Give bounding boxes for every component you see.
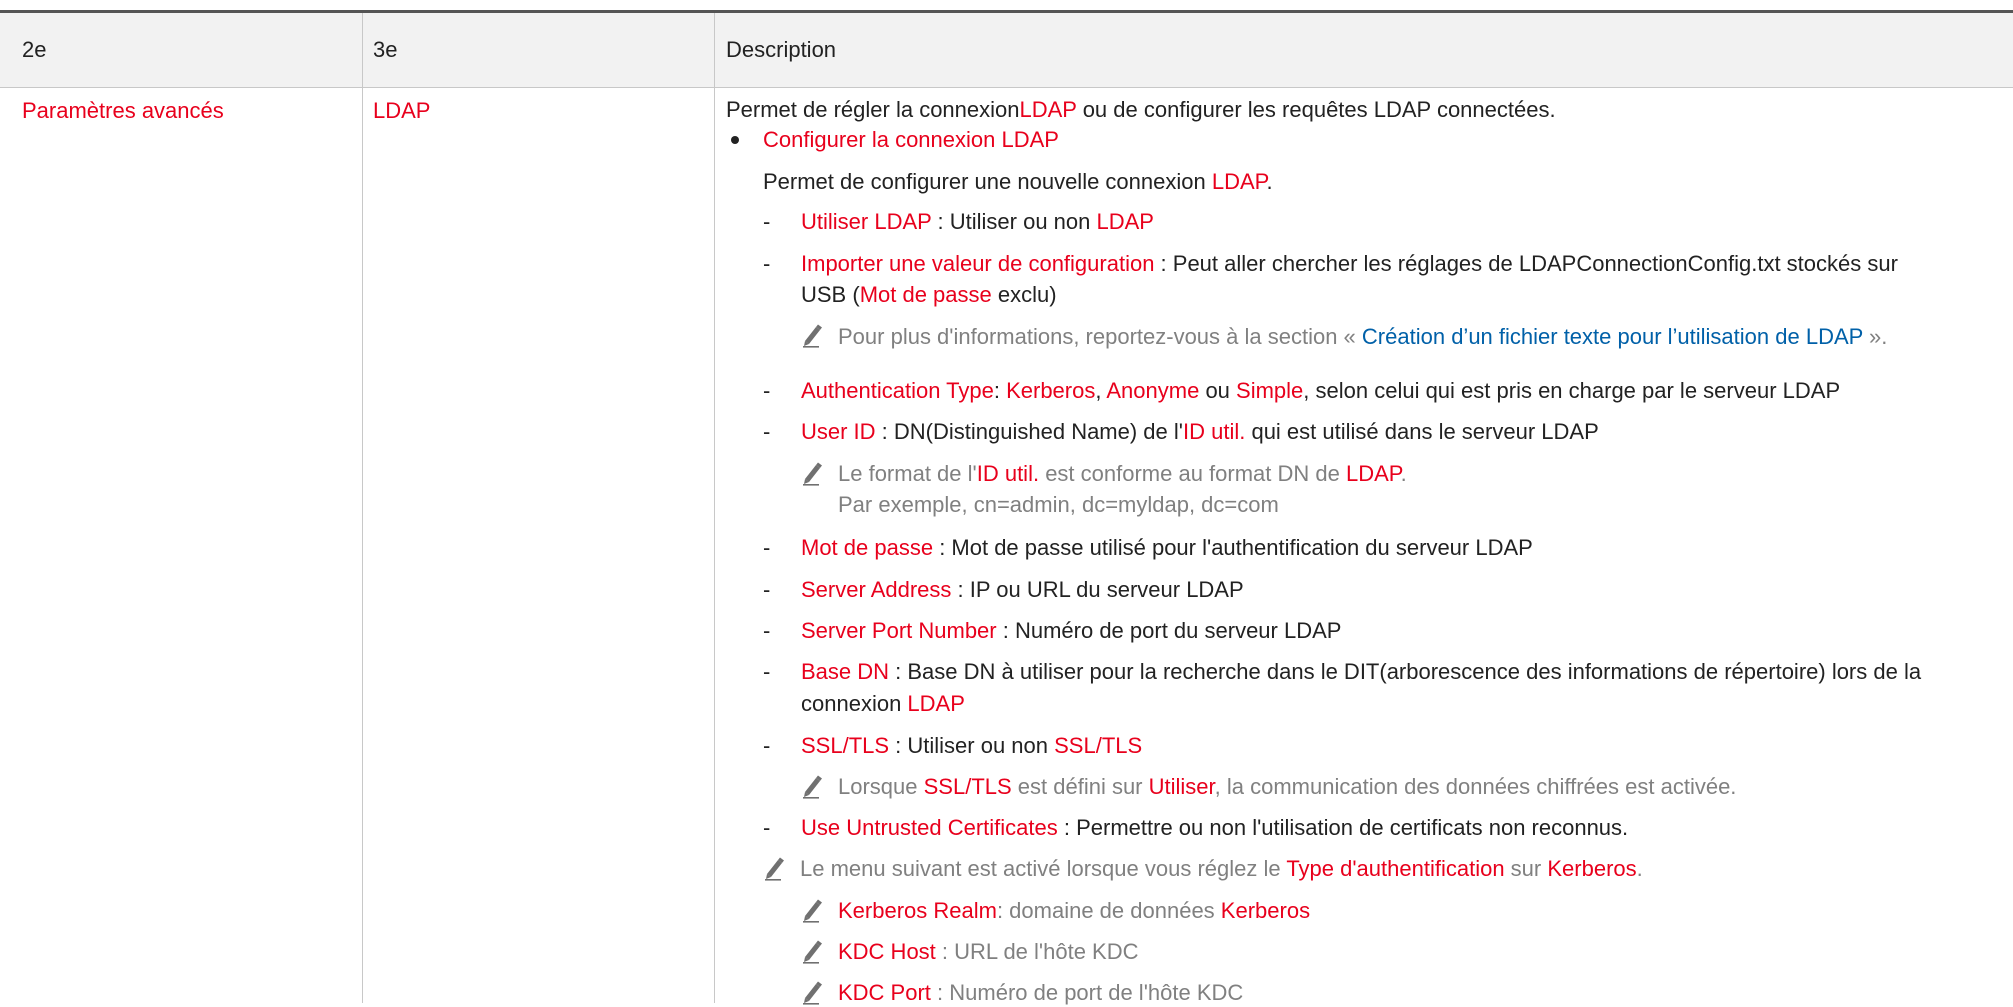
intro-text: Permet de régler la connexionLDAP ou de …: [726, 97, 1556, 122]
header-2e: 2e: [22, 37, 47, 62]
list-item-importer-cont: USB (Mot de passe exclu): [801, 282, 1057, 307]
list-item-importer: Importer une valeur de configuration : P…: [801, 251, 1898, 276]
list-item-base-dn-cont: connexion LDAP: [801, 691, 965, 716]
bullet-title: Configurer la connexion LDAP: [763, 127, 1059, 152]
header-3e: 3e: [373, 37, 398, 62]
note-pencil-icon: [801, 322, 825, 348]
note-ssl-tls: Lorsque SSL/TLS est défini sur Utiliser,…: [838, 774, 1737, 799]
note-kerberos: Le menu suivant est activé lorsque vous …: [800, 856, 1643, 881]
list-item-mot-de-passe: Mot de passe : Mot de passe utilisé pour…: [801, 535, 1533, 560]
note-pencil-icon: [763, 855, 787, 881]
list-item-auth-type: Authentication Type: Kerberos, Anonyme o…: [801, 378, 1841, 403]
row-2e-label: Paramètres avancés: [22, 98, 224, 123]
note-kerberos-realm: Kerberos Realm: domaine de données Kerbe…: [838, 898, 1311, 923]
column-divider: [362, 13, 363, 1003]
note-pencil-icon: [801, 897, 825, 923]
bullet-description: Permet de configurer une nouvelle connex…: [763, 169, 1273, 194]
note-pencil-icon: [801, 773, 825, 799]
note-kdc-host: KDC Host : URL de l'hôte KDC: [838, 939, 1139, 964]
settings-table: 2e 3e Description Paramètres avancés LDA…: [0, 10, 2013, 1005]
table-header-row: 2e 3e Description: [0, 13, 2013, 88]
bullet-dot: [731, 136, 739, 144]
link-creation-fichier[interactable]: Création d’un fichier texte pour l’utili…: [1362, 324, 1863, 349]
list-item-server-address: Server Address : IP ou URL du serveur LD…: [801, 577, 1244, 602]
note-pencil-icon: [801, 979, 825, 1005]
note-kdc-port: KDC Port : Numéro de port de l'hôte KDC: [838, 980, 1244, 1005]
list-item-utiliser-ldap: Utiliser LDAP : Utiliser ou non LDAP: [801, 209, 1154, 234]
note-user-id-example: Par exemple, cn=admin, dc=myldap, dc=com: [838, 492, 1279, 517]
list-item-base-dn: Base DN : Base DN à utiliser pour la rec…: [801, 659, 1922, 684]
list-item-ssl-tls: SSL/TLS : Utiliser ou non SSL/TLS: [801, 733, 1143, 758]
row-3e-label: LDAP: [373, 98, 431, 123]
note-importer: Pour plus d'informations, reportez-vous …: [838, 324, 1888, 349]
column-divider: [714, 13, 715, 1003]
note-pencil-icon: [801, 460, 825, 486]
list-item-untrusted-certs: Use Untrusted Certificates : Permettre o…: [801, 815, 1629, 840]
list-item-user-id: User ID : DN(Distinguished Name) de l'ID…: [801, 419, 1599, 444]
note-pencil-icon: [801, 938, 825, 964]
header-description: Description: [726, 37, 837, 62]
note-user-id: Le format de l'ID util. est conforme au …: [838, 461, 1407, 486]
list-item-server-port: Server Port Number : Numéro de port du s…: [801, 618, 1342, 643]
